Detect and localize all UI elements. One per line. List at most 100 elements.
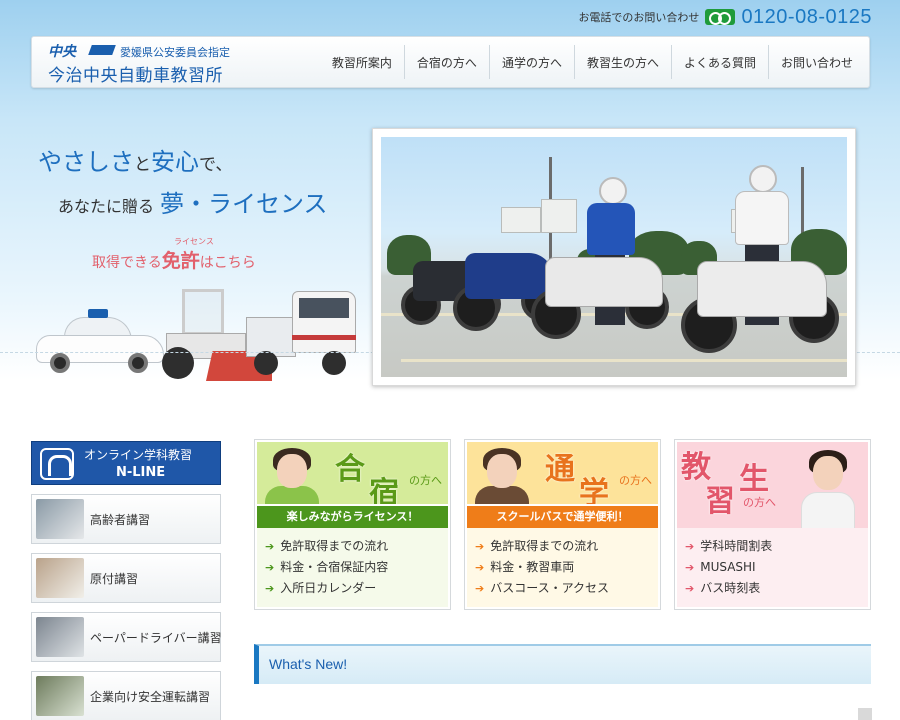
arrow-right-icon: ➔ (685, 561, 695, 574)
license-link-pre: 取得できる (92, 255, 162, 271)
logo-mark: 中央 (48, 44, 76, 60)
card-kanji-2: 習 (705, 484, 735, 519)
card-link[interactable]: ➔ 料金・教習車両 (475, 557, 658, 578)
card-link[interactable]: ➔ 料金・合宿保証内容 (265, 557, 448, 578)
arrow-right-icon: ➔ (265, 582, 275, 595)
card-gassyuku: 合 宿 の方へ 楽しみながらライセンス！ ➔ 免許取得までの流れ ➔ 料金・合宿保証… (254, 439, 451, 610)
logo-name: 今治中央自動車教習所 (48, 66, 223, 86)
arrow-right-icon: ➔ (475, 561, 485, 574)
hero-line2-pre: あなたに贈る (58, 197, 155, 216)
sidebar-item-corporate-course[interactable]: 企業向け安全運転講習 (31, 671, 221, 720)
card-link[interactable]: ➔ 免許取得までの流れ (265, 536, 448, 557)
card-link-label: 料金・教習車両 (490, 560, 575, 574)
card-tagline: スクールバスで通学便利！ (467, 506, 658, 528)
nav-item-guide[interactable]: 教習所案内 (320, 45, 404, 79)
license-types-link[interactable]: ライセンス 取得できる免許はこちら (92, 237, 256, 272)
contact-bar: お電話でのお問い合わせ 0120-08-0125 (578, 6, 872, 28)
sidebar-item-label: ペーパードライバー講習 (90, 631, 222, 645)
phone-number[interactable]: 0120-08-0125 (741, 6, 872, 29)
card-link-label: バス時刻表 (700, 581, 761, 595)
hero-line2-big: 夢・ライセンス (160, 190, 328, 218)
card-link[interactable]: ➔ 学科時間割表 (685, 536, 868, 557)
nav-item-contact[interactable]: お問い合わせ (767, 45, 865, 79)
freedial-icon (705, 9, 736, 25)
card-kanji-1: 通 (545, 452, 575, 487)
elderly-course-thumbnail (36, 499, 84, 539)
nav-item-faq[interactable]: よくある質問 (670, 45, 768, 79)
hero-word-safety: 安心 (151, 148, 199, 176)
license-link-big: 免許 (161, 250, 200, 272)
card-link-label: 料金・合宿保証内容 (280, 560, 389, 574)
nline-banner-title: オンライン学科教習 (84, 448, 193, 462)
card-link-label: 免許取得までの流れ (490, 539, 599, 553)
motorcycle-riders-photo (381, 137, 847, 377)
card-kanji-2: 学 (579, 476, 609, 504)
sidebar-item-paper-driver-course[interactable]: ペーパードライバー講習 (31, 612, 222, 662)
card-suffix: の方へ (743, 496, 776, 509)
student-woman-image (263, 446, 325, 504)
card-kyoshusei-header[interactable]: 教 習 生 の方へ (677, 442, 868, 528)
student-reading-image (799, 448, 865, 528)
arrow-right-icon: ➔ (265, 540, 275, 553)
card-link[interactable]: ➔ バス時刻表 (685, 578, 868, 599)
license-ruby: ライセンス (174, 237, 214, 246)
arrow-right-icon: ➔ (685, 582, 695, 595)
vehicles-illustration (32, 285, 362, 390)
card-link-label: 免許取得までの流れ (280, 539, 389, 553)
card-link-label: MUSASHI (700, 560, 756, 574)
card-links: ➔ 免許取得までの流れ ➔ 料金・教習車両 ➔ バスコース・アクセス (467, 528, 658, 607)
nline-logo-icon (40, 448, 74, 480)
site-logo[interactable]: 中央 愛媛県公安委員会指定 今治中央自動車教習所 (46, 41, 266, 86)
nline-banner[interactable]: オンライン学科教習 N-LINE (31, 441, 221, 485)
student-man-image (473, 446, 535, 504)
arrow-right-icon: ➔ (265, 561, 275, 574)
card-links: ➔ 免許取得までの流れ ➔ 料金・合宿保証内容 ➔ 入所日カレンダー (257, 528, 448, 607)
card-link[interactable]: ➔ MUSASHI (685, 557, 868, 578)
moped-course-thumbnail (36, 558, 84, 598)
card-link[interactable]: ➔ 免許取得までの流れ (475, 536, 658, 557)
nav-item-students[interactable]: 教習生の方へ (573, 45, 671, 79)
card-kanji-3: 生 (739, 462, 769, 497)
sidebar-item-label: 原付講習 (90, 572, 139, 586)
card-suffix: の方へ (409, 474, 442, 487)
card-kanji-2: 宿 (369, 476, 399, 504)
logo-subtitle: 愛媛県公安委員会指定 (120, 46, 230, 59)
sidebar-item-elderly-course[interactable]: 高齢者講習 (31, 494, 221, 544)
nline-banner-name: N-LINE (116, 465, 166, 480)
card-kanji-1: 合 (335, 452, 365, 487)
news-section-header: What's New! (254, 644, 871, 684)
sidebar-item-label: 企業向け安全運転講習 (90, 690, 211, 704)
card-gassyuku-header[interactable]: 合 宿 の方へ (257, 442, 448, 504)
card-kyoshusei: 教 習 生 の方へ ➔ 学科時間割表 ➔ MUSASHI ➔ バス時刻表 (674, 439, 871, 610)
arrow-right-icon: ➔ (685, 540, 695, 553)
card-link-label: バスコース・アクセス (490, 581, 610, 595)
card-link-label: 入所日カレンダー (280, 581, 377, 595)
card-link[interactable]: ➔ バスコース・アクセス (475, 578, 658, 599)
card-suffix: の方へ (619, 474, 652, 487)
sidebar: オンライン学科教習 N-LINE 高齢者講習 原付講習 ペーパードライバー講習 … (31, 441, 222, 720)
hero-photo-frame (372, 128, 856, 386)
card-tagline: 楽しみながらライセンス！ (257, 506, 448, 528)
hero-headline-2: あなたに贈る 夢・ライセンス (58, 184, 328, 219)
hero-word-kindness: やさしさ (38, 148, 134, 176)
contact-label: お電話でのお問い合わせ (578, 11, 700, 24)
card-link-label: 学科時間割表 (700, 539, 773, 553)
paper-driver-thumbnail (36, 617, 84, 657)
logo-bar-icon (88, 45, 116, 55)
hero-particle-de: で、 (199, 155, 233, 175)
card-link[interactable]: ➔ 入所日カレンダー (265, 578, 448, 599)
card-tsugaku: 通 学 の方へ スクールバスで通学便利！ ➔ 免許取得までの流れ ➔ 料金・教習車両… (464, 439, 661, 610)
scroll-indicator[interactable] (858, 708, 872, 720)
nav-item-tsugaku[interactable]: 通学の方へ (488, 45, 574, 79)
site-header: 中央 愛媛県公安委員会指定 今治中央自動車教習所 教習所案内 合宿の方へ 通学の… (31, 36, 870, 88)
sidebar-item-label: 高齢者講習 (90, 513, 151, 527)
card-tsugaku-header[interactable]: 通 学 の方へ (467, 442, 658, 504)
nav-item-gassyuku[interactable]: 合宿の方へ (403, 45, 489, 79)
news-title: What's New! (269, 656, 348, 672)
main-nav: 教習所案内 合宿の方へ 通学の方へ 教習生の方へ よくある質問 お問い合わせ (320, 37, 865, 87)
training-truck-image (246, 291, 362, 377)
arrow-right-icon: ➔ (475, 540, 485, 553)
hero-headline-1: やさしさと安心で、 (38, 142, 232, 177)
arrow-right-icon: ➔ (475, 582, 485, 595)
sidebar-item-moped-course[interactable]: 原付講習 (31, 553, 221, 603)
